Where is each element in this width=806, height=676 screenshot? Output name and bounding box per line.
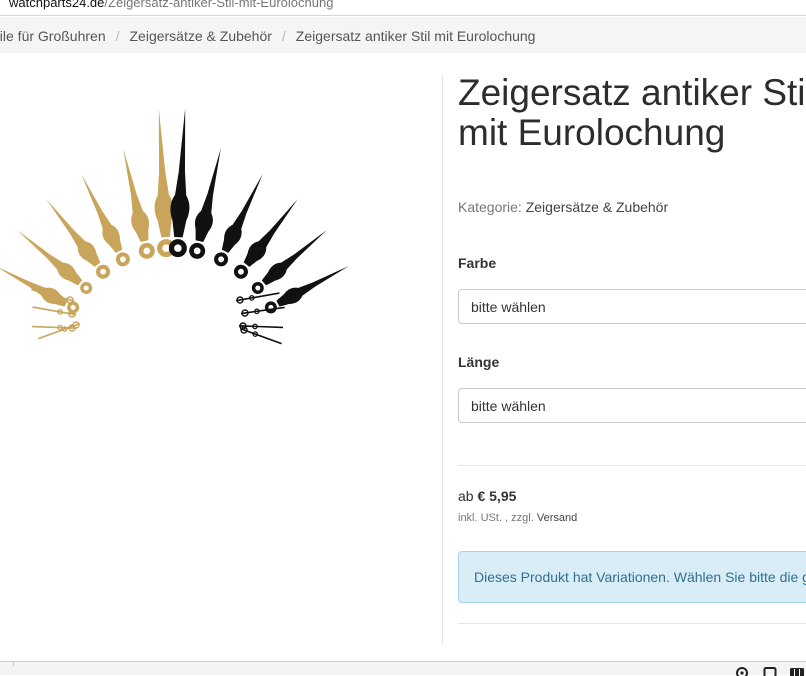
clock-hand bbox=[168, 108, 190, 258]
breadcrumb: eile für Großuhren / Zeigersätze & Zubehör… bbox=[0, 17, 806, 53]
clock-hand bbox=[123, 148, 155, 259]
shipping-link[interactable]: Versand bbox=[537, 512, 577, 524]
category-label: Kategorie: bbox=[458, 199, 522, 215]
url-path: /Zeigersatz-antiker-Stil-mit-Eurolochung bbox=[104, 0, 334, 10]
price-value: € 5,95 bbox=[477, 488, 517, 504]
status-bar-handle bbox=[0, 662, 14, 666]
tax-note: inkl. USt. , zzgl. Versand bbox=[458, 512, 577, 524]
divider bbox=[458, 623, 806, 624]
color-label: Farbe bbox=[458, 255, 497, 271]
variation-alert: Dieses Produkt hat Variationen. Wählen S… bbox=[458, 551, 806, 603]
second-hand bbox=[239, 326, 282, 345]
second-hand bbox=[38, 321, 81, 340]
product-image[interactable] bbox=[0, 60, 440, 360]
length-label: Länge bbox=[458, 354, 500, 370]
url-host: watchparts24.de bbox=[9, 0, 105, 10]
status-bar bbox=[0, 661, 806, 676]
product-price: ab € 5,95 bbox=[458, 488, 516, 504]
length-select-value: bitte wählen bbox=[471, 398, 546, 414]
color-select[interactable]: bitte wählen bbox=[458, 289, 806, 324]
url-text[interactable]: watchparts24.de/Zeigersatz-antiker-Stil-… bbox=[9, 0, 333, 10]
clock-hand bbox=[17, 230, 93, 295]
clock-hand bbox=[189, 148, 221, 259]
breadcrumb-item-subcategory[interactable]: Zeigersätze & Zubehör bbox=[130, 28, 272, 44]
second-hand bbox=[240, 306, 285, 317]
breadcrumb-item-category[interactable]: eile für Großuhren bbox=[0, 28, 106, 44]
clock-hands-image bbox=[0, 108, 349, 345]
breadcrumb-separator: / bbox=[281, 28, 286, 44]
second-hand bbox=[238, 322, 284, 330]
product-title: Zeigersatz antiker Stil mit Eurolochung bbox=[458, 72, 806, 153]
divider bbox=[458, 465, 806, 466]
category-link[interactable]: Zeigersätze & Zubehör bbox=[526, 199, 668, 215]
address-bar[interactable]: watchparts24.de/Zeigersatz-antiker-Stil-… bbox=[0, 0, 806, 16]
breadcrumb-separator: / bbox=[115, 28, 120, 44]
color-select-value: bitte wählen bbox=[471, 299, 546, 315]
clock-hand bbox=[251, 230, 327, 295]
tax-note-text: inkl. USt. , zzgl. bbox=[458, 512, 534, 524]
length-select[interactable]: bitte wählen bbox=[458, 388, 806, 423]
clock-hand bbox=[154, 108, 176, 258]
breadcrumb-item-current: Zeigersatz antiker Stil mit Eurolochung bbox=[295, 28, 536, 44]
price-prefix: ab bbox=[458, 488, 474, 504]
product-category: Kategorie: Zeigersätze & Zubehör bbox=[458, 199, 668, 215]
clock-hand bbox=[46, 199, 111, 279]
clock-hand bbox=[233, 199, 298, 279]
column-divider bbox=[442, 74, 443, 644]
variation-alert-text: Dieses Produkt hat Variationen. Wählen S… bbox=[474, 569, 806, 585]
